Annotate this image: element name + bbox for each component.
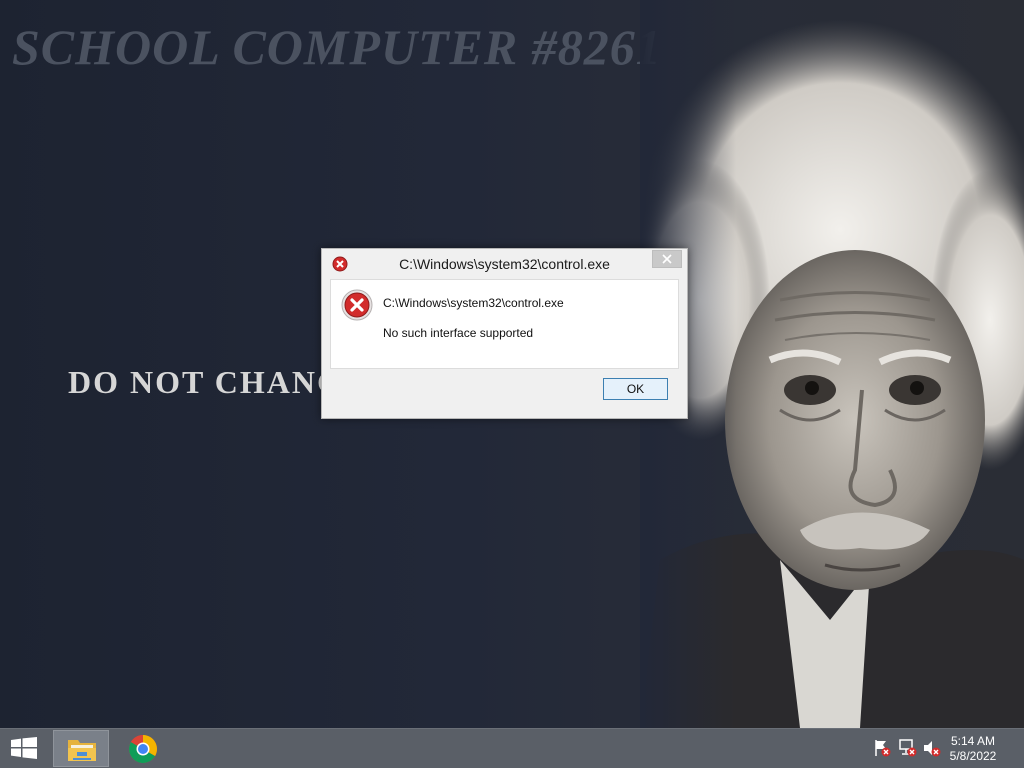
error-icon (341, 289, 373, 321)
close-button[interactable] (652, 250, 682, 268)
start-button[interactable] (0, 729, 46, 768)
folder-icon (68, 740, 96, 761)
clock-date: 5/8/2022 (949, 749, 997, 763)
clock[interactable]: 5:14 AM 5/8/2022 (943, 734, 1003, 764)
taskbar-file-explorer[interactable] (53, 730, 109, 767)
error-dialog: C:\Windows\system32\control.exe C:\Windo… (321, 248, 688, 419)
network-icon[interactable] (898, 738, 918, 758)
clock-time: 5:14 AM (950, 734, 996, 748)
dialog-footer: OK (330, 369, 679, 411)
wallpaper-title: SCHOOL COMPUTER #8261 (12, 19, 662, 75)
desktop: SCHOOL COMPUTER #8261 DO NOT CHANGE C:\W… (0, 0, 1024, 728)
dialog-title: C:\Windows\system32\control.exe (399, 256, 610, 272)
dialog-body: C:\Windows\system32\control.exe No such … (330, 279, 679, 369)
windows-logo-icon (11, 737, 37, 759)
action-center-flag-icon[interactable] (872, 738, 892, 758)
dialog-message: No such interface supported (383, 326, 534, 340)
dialog-titlebar[interactable]: C:\Windows\system32\control.exe (322, 249, 687, 279)
close-icon (662, 254, 672, 264)
taskbar: 5:14 AM 5/8/2022 (0, 728, 1024, 768)
chrome-icon (129, 735, 157, 763)
system-tray (872, 738, 942, 760)
dialog-message-path: C:\Windows\system32\control.exe (383, 296, 564, 310)
ok-button[interactable]: OK (603, 378, 668, 400)
taskbar-chrome[interactable] (115, 730, 171, 767)
volume-muted-icon[interactable] (922, 738, 942, 758)
wallpaper-portrait (640, 0, 1024, 728)
